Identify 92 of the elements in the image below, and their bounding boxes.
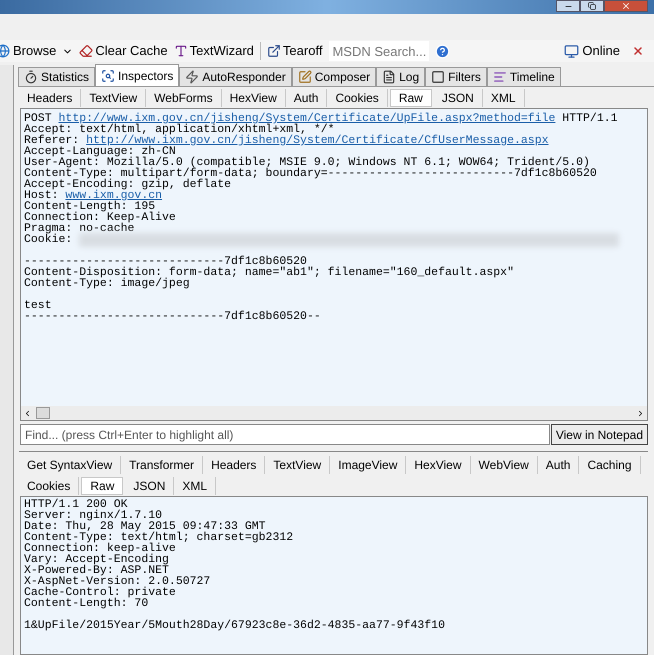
code-text: Accept: text/html, application/xhtml+xml, */*: [24, 124, 335, 135]
close-button[interactable]: [604, 0, 648, 12]
inspector-tab[interactable]: Cookies: [327, 89, 388, 107]
inspector-tab[interactable]: Headers: [19, 89, 82, 107]
pen-icon: [298, 70, 312, 84]
inspector-tab[interactable]: HexView: [406, 456, 471, 474]
close-icon: [621, 1, 631, 11]
search-field[interactable]: MSDN Search...: [329, 41, 430, 61]
code-text: HTTP/1.1 200 OK: [24, 499, 128, 510]
inspect-icon: [101, 68, 116, 82]
code-text: Content-Type: multipart/form-data; boundary=---------------------------7df1c8b60520: [24, 168, 597, 179]
inspector-tab[interactable]: Cookies: [19, 476, 80, 494]
inspector-tab[interactable]: Get SyntaxView: [19, 456, 122, 474]
minimize-button[interactable]: [556, 0, 580, 12]
maximize-button[interactable]: [580, 0, 604, 12]
code-text: test: [24, 300, 52, 311]
main-tab[interactable]: Log: [376, 67, 426, 86]
globe-icon: [0, 44, 10, 58]
code-text: Connection: keep-alive: [24, 543, 176, 554]
help-icon[interactable]: [435, 44, 450, 58]
code-text: X-AspNet-Version: 2.0.50727: [24, 576, 210, 587]
horizontal-scrollbar[interactable]: [21, 406, 647, 420]
toolbar-button[interactable]: Clear Cache: [79, 41, 168, 61]
code-text: Content-Length: 195: [24, 201, 156, 212]
inspector-tab[interactable]: TextView: [265, 456, 330, 474]
code-text: User-Agent: Mozilla/5.0 (compatible; MSIE 9.0; Windows NT 6.1; WOW64; Trident/5.0): [24, 157, 590, 168]
code-text: Content-Type: image/jpeg: [24, 278, 190, 289]
inspector-tab[interactable]: WebView: [470, 456, 538, 474]
lightning-icon: [185, 70, 200, 84]
inspector-tab[interactable]: JSON: [125, 476, 174, 494]
scroll-left-icon: [23, 408, 32, 418]
inspector-tab[interactable]: Raw: [81, 476, 124, 494]
inspector-tab[interactable]: Raw: [390, 89, 432, 107]
timeline-icon: [492, 70, 507, 84]
scrollbar-thumb[interactable]: [36, 407, 50, 419]
toolbar-button[interactable]: TextWizard: [174, 41, 254, 61]
monitor-icon: [564, 44, 580, 58]
code-text: X-Powered-By: ASP.NET: [24, 565, 169, 576]
main-tab[interactable]: Filters: [425, 67, 487, 86]
checkbox-icon: [431, 70, 446, 84]
main-tab[interactable]: AutoResponder: [179, 67, 292, 86]
inspector-tab[interactable]: Caching: [579, 456, 640, 474]
document-icon: [382, 70, 396, 84]
code-text: Vary: Accept-Encoding: [24, 554, 169, 565]
stopwatch-icon: [24, 70, 38, 84]
tearoff-icon: [266, 44, 281, 58]
code-text: Server: nginx/1.7.10: [24, 510, 162, 521]
inspector-tab[interactable]: Transformer: [121, 456, 204, 474]
code-text: Cache-Control: private: [24, 587, 176, 598]
close-icon[interactable]: [632, 45, 644, 57]
inspector-tab[interactable]: JSON: [434, 89, 483, 107]
code-text: -----------------------------7df1c8b60520: [24, 256, 307, 267]
code-text: Content-Disposition: form-data; name="ab1"; filename="160_default.aspx": [24, 267, 514, 278]
code-text: Content-Length: 70: [24, 598, 148, 609]
code-text: HTTP/1.1: [561, 113, 618, 124]
url-link[interactable]: www.ixm.gov.cn: [65, 190, 162, 201]
code-text: Pragma: no-cache: [24, 223, 134, 234]
code-text: Host:: [24, 190, 59, 201]
code-text: Referer:: [24, 135, 80, 146]
inspector-tab[interactable]: Auth: [538, 456, 580, 474]
code-text: Accept-Language: zh-CN: [24, 146, 176, 157]
scroll-right-icon: [636, 408, 645, 418]
restore-icon: [588, 2, 596, 10]
main-tab[interactable]: Inspectors: [95, 64, 180, 86]
main-tab[interactable]: Composer: [292, 67, 376, 86]
inspector-tab[interactable]: XML: [174, 476, 216, 494]
main-tab[interactable]: Timeline: [486, 67, 561, 86]
inspector-tab[interactable]: ImageView: [330, 456, 406, 474]
inspector-tab[interactable]: Headers: [203, 456, 266, 474]
main-tab[interactable]: Statistics: [18, 67, 96, 86]
code-text: Connection: Keep-Alive: [24, 212, 176, 223]
inspector-tab[interactable]: TextView: [81, 89, 146, 107]
inspector-tab[interactable]: XML: [482, 89, 525, 107]
browse-button[interactable]: Browse: [0, 41, 74, 61]
view-in-notepad-button[interactable]: View in Notepad: [550, 424, 648, 445]
online-button[interactable]: Online: [564, 41, 620, 61]
code-text: POST: [24, 113, 52, 124]
url-link[interactable]: http://www.ixm.gov.cn/jisheng/System/Certificate/CfUserMessage.aspx: [86, 135, 549, 146]
inspector-tab[interactable]: HexView: [222, 89, 286, 107]
code-text: -----------------------------7df1c8b60520--: [24, 311, 321, 322]
eraser-icon: [79, 44, 94, 58]
toolbar-button[interactable]: Tearoff: [266, 41, 322, 61]
code-text: 1&UpFile/2015Year/5Mouth28Day/67923c8e-36d2-4835-aa77-9f43f10: [24, 620, 445, 631]
code-text: Content-Type: text/html; charset=gb2312: [24, 532, 294, 543]
inspector-tab[interactable]: Auth: [286, 89, 328, 107]
url-link[interactable]: http://www.ixm.gov.cn/jisheng/System/Certificate/UpFile.aspx?method=file: [58, 113, 556, 124]
find-field[interactable]: Find... (press Ctrl+Enter to highlight all): [20, 424, 550, 445]
code-text: Cookie:: [24, 234, 74, 245]
letter-t-icon: [174, 44, 188, 58]
inspector-tab[interactable]: WebForms: [146, 89, 222, 107]
code-text: Date: Thu, 28 May 2015 09:47:33 GMT: [24, 521, 266, 532]
code-text: Accept-Encoding: gzip, deflate: [24, 179, 232, 190]
